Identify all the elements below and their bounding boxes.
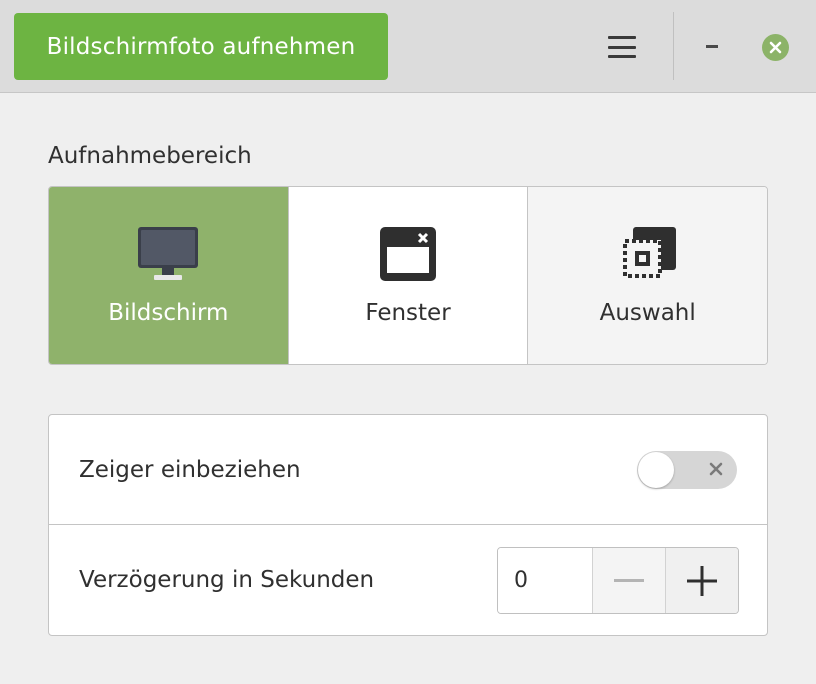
minimize-icon bbox=[706, 44, 718, 48]
mode-window-button[interactable]: Fenster bbox=[288, 187, 529, 364]
take-screenshot-label: Bildschirmfoto aufnehmen bbox=[46, 33, 356, 60]
delay-row: Verzögerung in Sekunden bbox=[49, 525, 767, 635]
close-button[interactable] bbox=[756, 28, 794, 66]
capture-area-heading: Aufnahmebereich bbox=[48, 143, 252, 169]
minus-icon bbox=[614, 578, 644, 582]
hamburger-menu-icon bbox=[608, 36, 636, 58]
options-panel: Zeiger einbeziehen Verzögerung in Sekund… bbox=[48, 414, 768, 636]
header-separator bbox=[673, 12, 674, 80]
monitor-icon bbox=[136, 224, 200, 284]
take-screenshot-button[interactable]: Bildschirmfoto aufnehmen bbox=[14, 13, 388, 80]
include-pointer-row: Zeiger einbeziehen bbox=[49, 415, 767, 525]
minimize-button[interactable] bbox=[692, 26, 732, 66]
delay-spinbutton bbox=[497, 547, 739, 614]
toggle-off-icon bbox=[709, 462, 723, 476]
header-bar: Bildschirmfoto aufnehmen bbox=[0, 0, 816, 93]
mode-screen-button[interactable]: Bildschirm bbox=[49, 187, 289, 364]
include-pointer-label: Zeiger einbeziehen bbox=[79, 456, 301, 483]
menu-button[interactable] bbox=[596, 22, 648, 72]
include-pointer-toggle[interactable] bbox=[637, 451, 737, 489]
toggle-knob bbox=[638, 452, 674, 488]
screenshot-window: Bildschirmfoto aufnehmen Aufnahmebereich bbox=[0, 0, 816, 684]
close-icon bbox=[761, 33, 789, 61]
delay-decrease-button[interactable] bbox=[592, 548, 665, 613]
mode-selection-label: Auswahl bbox=[599, 300, 696, 326]
capture-mode-selector: Bildschirm Fenster Auswahl bbox=[48, 186, 768, 365]
selection-icon bbox=[616, 224, 680, 284]
window-icon bbox=[376, 224, 440, 284]
mode-window-label: Fenster bbox=[365, 300, 451, 326]
plus-icon bbox=[687, 565, 717, 596]
delay-label: Verzögerung in Sekunden bbox=[79, 567, 375, 593]
delay-increase-button[interactable] bbox=[665, 548, 738, 613]
delay-input[interactable] bbox=[498, 548, 592, 613]
mode-selection-button[interactable]: Auswahl bbox=[528, 187, 767, 364]
mode-screen-label: Bildschirm bbox=[108, 300, 229, 326]
